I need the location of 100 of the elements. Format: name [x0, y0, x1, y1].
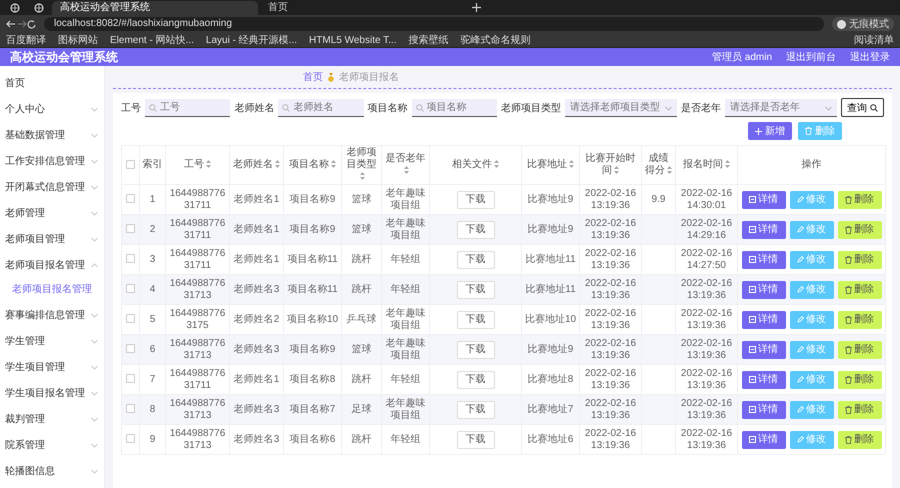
sort-icon[interactable] [331, 160, 336, 168]
column-header[interactable]: 操作 [738, 146, 886, 184]
detail-button[interactable]: 详情 [742, 220, 786, 238]
sidebar-item[interactable]: 老师项目管理 [0, 226, 104, 252]
column-header[interactable]: 项目名称 [284, 146, 342, 184]
detail-button[interactable]: 详情 [742, 340, 786, 358]
sidebar-item[interactable]: 学生管理 [0, 328, 104, 354]
detail-button[interactable]: 详情 [742, 190, 786, 208]
bookmark[interactable]: HTML5 Website T... [309, 34, 396, 46]
detail-button[interactable]: 详情 [742, 250, 786, 268]
bookmark[interactable]: 百度翻译 [6, 33, 46, 47]
browser-tab[interactable]: 首页 [260, 1, 466, 15]
column-header[interactable]: 成绩得分 [642, 146, 676, 184]
column-header[interactable]: 是否老年 [382, 146, 430, 184]
detail-button[interactable]: 详情 [742, 370, 786, 388]
row-checkbox[interactable] [126, 344, 135, 354]
detail-button[interactable]: 详情 [742, 400, 786, 418]
sort-icon[interactable] [404, 166, 409, 174]
delete-button[interactable]: 删除 [838, 250, 882, 268]
select-all-checkbox[interactable] [126, 160, 135, 169]
bookmark[interactable]: Element - 网站快... [110, 33, 194, 47]
bookmark[interactable]: 图标网站 [58, 33, 98, 47]
header-link[interactable]: 退出登录 [850, 50, 890, 64]
sort-icon[interactable] [614, 166, 619, 174]
table-cell: 8 [140, 394, 166, 424]
sidebar-item[interactable]: 基础数据管理 [0, 122, 104, 148]
sort-icon[interactable] [494, 160, 499, 168]
column-header[interactable]: 比赛地址 [522, 146, 580, 184]
delete-button[interactable]: 删除 [838, 340, 882, 358]
column-header[interactable]: 工号 [166, 146, 230, 184]
download-button[interactable]: 下载 [456, 370, 494, 388]
sort-icon[interactable] [725, 160, 730, 168]
column-header[interactable]: 索引 [140, 146, 166, 184]
bookmark[interactable]: 驼峰式命名规则 [460, 33, 530, 47]
download-button[interactable]: 下载 [456, 250, 494, 268]
address-bar[interactable]: localhost:8082/#/laoshixiangmubaoming [44, 17, 824, 31]
download-button[interactable]: 下载 [456, 400, 494, 418]
browser-tab[interactable]: 高校运动会管理系统 [52, 1, 258, 15]
sort-icon[interactable] [360, 172, 365, 180]
row-checkbox[interactable] [126, 224, 135, 234]
reading-list-button[interactable]: 阅读清单 [854, 33, 894, 47]
bookmark[interactable]: 搜索壁纸 [408, 33, 448, 47]
row-checkbox[interactable] [126, 194, 135, 204]
sidebar-subitem[interactable]: 老师项目报名管理 [0, 278, 104, 302]
select-field[interactable]: 请选择是否老年 [724, 98, 837, 116]
sidebar-item[interactable]: 老师项目报名管理 [0, 252, 104, 278]
search-field[interactable]: 项目名称 [412, 98, 497, 116]
detail-button[interactable]: 详情 [742, 280, 786, 298]
row-checkbox[interactable] [126, 374, 135, 384]
detail-button[interactable]: 详情 [742, 310, 786, 328]
select-field[interactable]: 请选择老师项目类型 [564, 98, 677, 116]
column-header[interactable]: 相关文件 [430, 146, 522, 184]
new-tab-icon[interactable] [472, 3, 481, 12]
sidebar-item[interactable]: 老师管理 [0, 200, 104, 226]
search-field[interactable]: 老师姓名 [278, 98, 364, 116]
column-header[interactable]: 报名时间 [676, 146, 738, 184]
sidebar-item[interactable]: 学生项目报名管理 [0, 380, 104, 406]
delete-button[interactable]: 删除 [838, 190, 882, 208]
download-button[interactable]: 下载 [456, 190, 494, 208]
delete-button[interactable]: 删除 [838, 370, 882, 388]
sidebar-item[interactable]: 轮播图信息 [0, 458, 104, 484]
sidebar-item[interactable]: 个人中心 [0, 96, 104, 122]
row-checkbox[interactable] [126, 434, 135, 444]
sidebar-item[interactable]: 赛事编排信息管理 [0, 302, 104, 328]
sort-icon[interactable] [569, 160, 574, 168]
row-checkbox[interactable] [126, 284, 135, 294]
delete-button[interactable]: 删除 [838, 400, 882, 418]
column-header[interactable]: 老师姓名 [230, 146, 284, 184]
download-button[interactable]: 下载 [456, 280, 494, 298]
download-button[interactable]: 下载 [456, 220, 494, 238]
sort-icon[interactable] [275, 160, 280, 168]
bookmark[interactable]: Layui - 经典开源模... [206, 33, 298, 47]
add-button[interactable]: 新增 [748, 122, 792, 140]
search-field[interactable]: 工号 [145, 98, 230, 116]
search-button[interactable]: 查询 [840, 98, 884, 117]
download-button[interactable]: 下载 [456, 340, 494, 358]
breadcrumb-link[interactable]: 首页 [303, 70, 323, 84]
sort-icon[interactable] [206, 160, 211, 168]
sidebar-item[interactable]: 学生项目管理 [0, 354, 104, 380]
delete-button[interactable]: 删除 [838, 430, 882, 448]
sidebar-item[interactable]: 首页 [0, 70, 104, 96]
delete-button[interactable]: 删除 [838, 280, 882, 298]
download-button[interactable]: 下载 [456, 430, 494, 448]
sidebar-item[interactable]: 裁判管理 [0, 406, 104, 432]
navigation-icons[interactable] [6, 19, 36, 29]
row-checkbox[interactable] [126, 404, 135, 414]
column-header[interactable]: 比赛开始时间 [580, 146, 642, 184]
column-header[interactable]: 老师项目类型 [342, 146, 382, 184]
sidebar-item[interactable]: 工作安排信息管理 [0, 148, 104, 174]
row-checkbox[interactable] [126, 254, 135, 264]
download-button[interactable]: 下载 [456, 310, 494, 328]
header-link[interactable]: 退出到前台 [786, 50, 836, 64]
delete-button[interactable]: 删除 [838, 220, 882, 238]
row-checkbox[interactable] [126, 314, 135, 324]
profile-button[interactable]: 无痕模式 [832, 17, 894, 31]
sidebar-item[interactable]: 开闭幕式信息管理 [0, 174, 104, 200]
detail-button[interactable]: 详情 [742, 430, 786, 448]
sidebar-item[interactable]: 院系管理 [0, 432, 104, 458]
sort-icon[interactable] [667, 166, 672, 174]
delete-button[interactable]: 删除 [838, 310, 882, 328]
